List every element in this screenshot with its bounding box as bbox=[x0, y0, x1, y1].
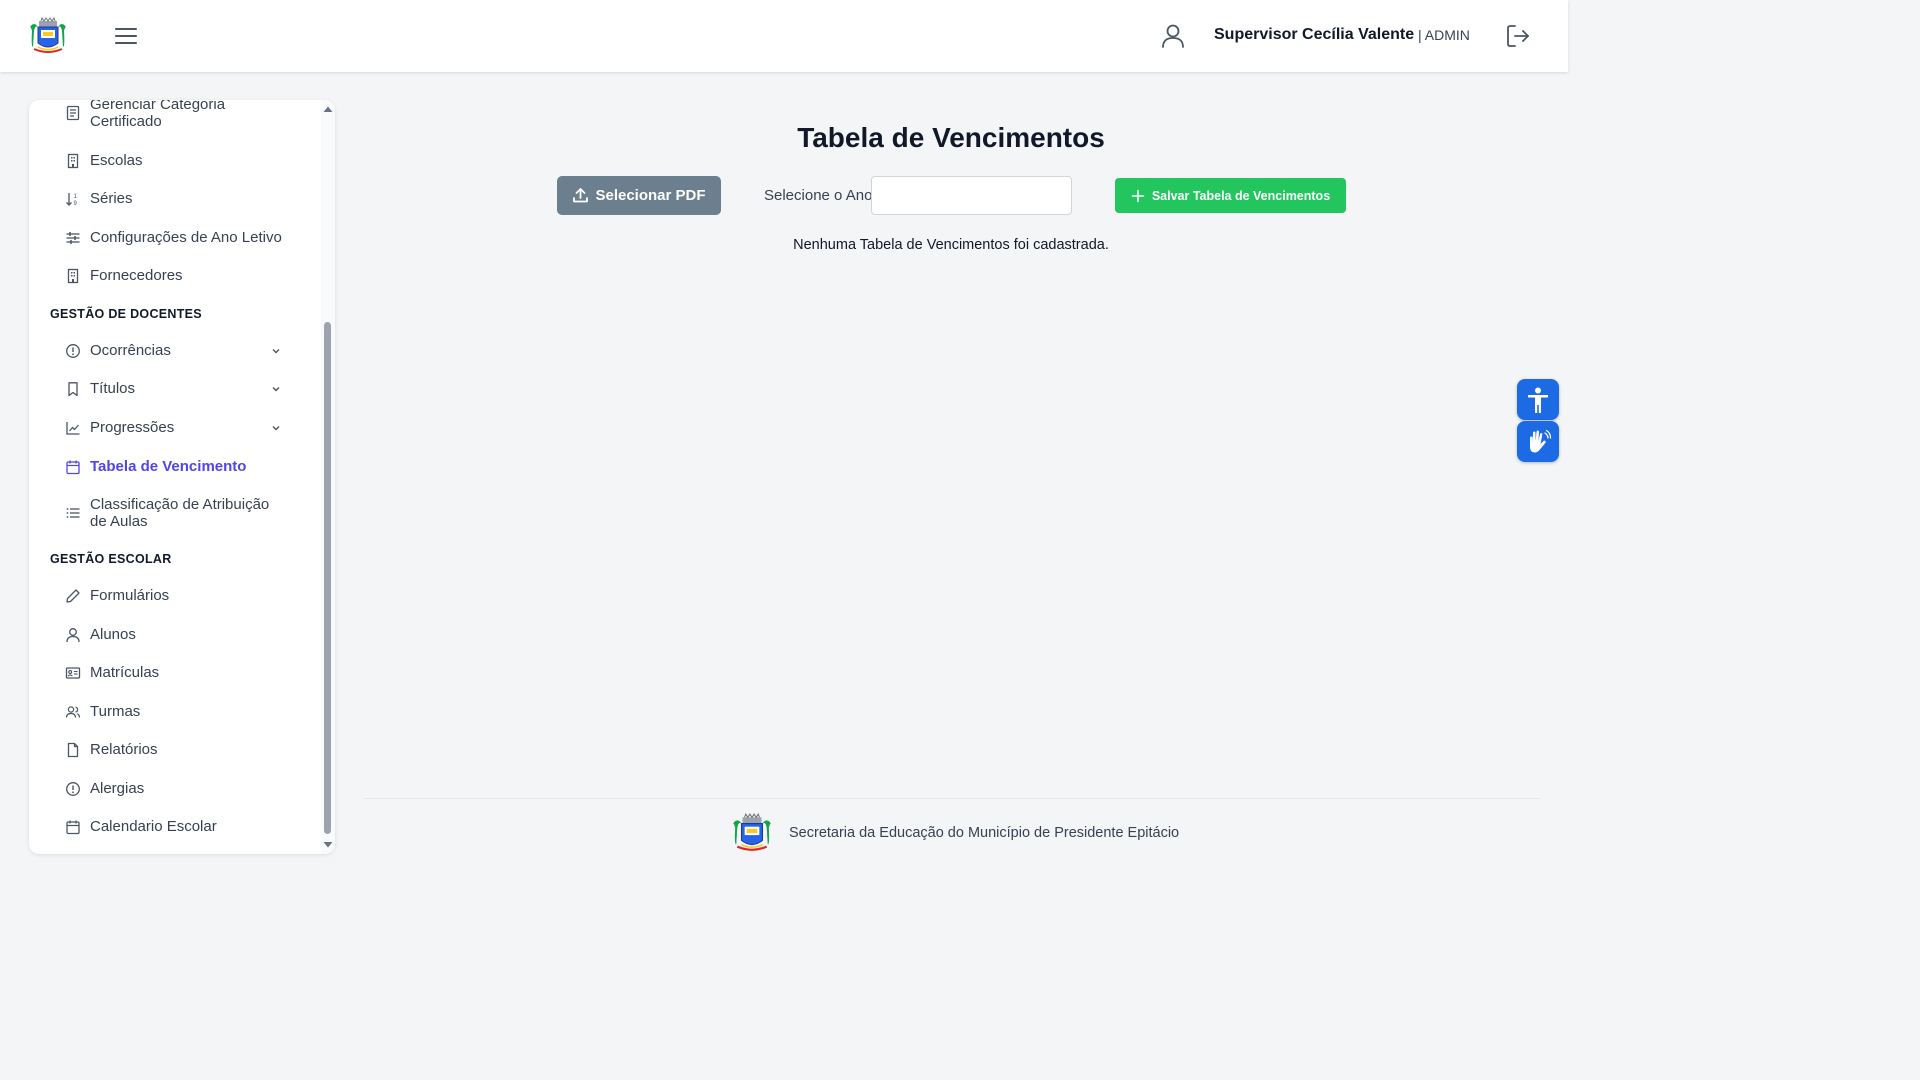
sidebar-item-matriculas[interactable]: Matrículas bbox=[65, 664, 159, 681]
calendar-icon bbox=[66, 820, 80, 834]
file-icon bbox=[67, 742, 79, 757]
chevron-down-icon[interactable] bbox=[270, 383, 282, 395]
user-role: | ADMIN bbox=[1418, 27, 1470, 43]
sidebar-item-label: Escolas bbox=[90, 152, 143, 169]
sign-language-button[interactable] bbox=[1517, 421, 1559, 462]
sidebar-item-label: Progressões bbox=[90, 419, 175, 436]
select-pdf-label: Selecionar PDF bbox=[595, 187, 706, 204]
section-gestao-docentes: GESTÃO DE DOCENTES bbox=[50, 307, 202, 321]
sidebar-item-label: Calendario Escolar bbox=[90, 818, 217, 835]
users-icon bbox=[65, 705, 81, 718]
user-icon bbox=[66, 627, 80, 642]
sidebar-item-calendario-escolar[interactable]: Calendario Escolar bbox=[65, 818, 217, 835]
sort-icon: 19 bbox=[66, 192, 78, 207]
sidebar: Gerenciar Categoria Certificado Escolas … bbox=[29, 100, 335, 854]
sidebar-item-progressoes[interactable]: Progressões bbox=[65, 419, 174, 436]
brasao-logo bbox=[733, 813, 771, 851]
svg-text:9: 9 bbox=[74, 201, 78, 207]
select-pdf-button[interactable]: Selecionar PDF bbox=[557, 176, 721, 215]
top-bar: Supervisor Cecília Valente | ADMIN bbox=[0, 0, 1568, 72]
user-name: Supervisor Cecília Valente bbox=[1214, 26, 1415, 43]
sidebar-item-label: Gerenciar Categoria Certificado bbox=[90, 100, 226, 130]
sidebar-item-series[interactable]: 19 Séries bbox=[65, 190, 133, 207]
sidebar-item-configuracoes-ano-letivo[interactable]: Configurações de Ano Letivo bbox=[65, 229, 282, 246]
sidebar-item-formularios[interactable]: Formulários bbox=[65, 587, 169, 604]
sidebar-item-label: Configurações de Ano Letivo bbox=[90, 229, 282, 246]
sidebar-item-label: Relatórios bbox=[90, 741, 158, 758]
sidebar-item-tabela-vencimento[interactable]: Tabela de Vencimento bbox=[65, 458, 246, 475]
document-icon bbox=[66, 105, 80, 121]
save-salary-table-label: Salvar Tabela de Vencimentos bbox=[1151, 188, 1331, 203]
save-salary-table-button[interactable]: Salvar Tabela de Vencimentos bbox=[1115, 178, 1346, 213]
calendar-icon bbox=[66, 460, 80, 474]
sign-language-icon bbox=[1530, 429, 1552, 452]
chart-line-icon bbox=[66, 421, 80, 435]
sidebar-item-label: Fornecedores bbox=[90, 267, 183, 284]
logout-icon[interactable] bbox=[1505, 23, 1531, 49]
year-input[interactable] bbox=[871, 176, 1072, 215]
alert-circle-icon bbox=[66, 781, 80, 796]
sidebar-item-ocorrencias[interactable]: Ocorrências bbox=[65, 342, 171, 359]
bookmark-icon bbox=[68, 381, 78, 396]
sidebar-item-label: Ocorrências bbox=[90, 342, 171, 359]
year-label: Selecione o Ano: bbox=[764, 187, 877, 204]
svg-text:1: 1 bbox=[74, 194, 78, 200]
sidebar-item-gerenciar-categoria-certificado[interactable]: Gerenciar Categoria Certificado bbox=[65, 100, 270, 130]
sidebar-item-label: Classificação de Atribuição de Aulas bbox=[90, 496, 270, 530]
alert-circle-icon bbox=[66, 343, 80, 358]
sidebar-scroll-thumb[interactable] bbox=[324, 322, 331, 834]
sidebar-item-relatorios[interactable]: Relatórios bbox=[65, 741, 158, 758]
sidebar-item-alergias[interactable]: Alergias bbox=[65, 780, 144, 797]
sidebar-item-label: Formulários bbox=[90, 587, 170, 604]
page-title: Tabela de Vencimentos bbox=[797, 122, 1105, 153]
sidebar-item-fornecedores[interactable]: Fornecedores bbox=[65, 267, 183, 284]
sidebar-item-titulos[interactable]: Títulos bbox=[65, 380, 135, 397]
sliders-icon bbox=[66, 231, 80, 244]
scroll-down-arrow-icon[interactable] bbox=[321, 840, 335, 850]
building-icon bbox=[67, 153, 79, 168]
sidebar-item-escolas[interactable]: Escolas bbox=[65, 152, 143, 169]
sidebar-item-label: Séries bbox=[90, 190, 133, 207]
pencil-icon bbox=[66, 588, 80, 603]
sidebar-item-classificacao-atribuicao-aulas[interactable]: Classificação de Atribuição de Aulas bbox=[65, 496, 290, 530]
menu-icon[interactable] bbox=[114, 25, 138, 47]
upload-icon bbox=[573, 188, 589, 203]
building-icon bbox=[67, 268, 79, 283]
brasao-logo[interactable] bbox=[28, 17, 68, 55]
sidebar-item-label: Tabela de Vencimento bbox=[90, 458, 247, 475]
id-card-icon bbox=[65, 666, 81, 679]
sidebar-item-alunos[interactable]: Alunos bbox=[65, 626, 136, 643]
list-icon bbox=[66, 508, 80, 518]
chevron-down-icon[interactable] bbox=[270, 345, 282, 357]
sidebar-item-label: Turmas bbox=[90, 703, 141, 720]
accessibility-icon bbox=[1528, 387, 1548, 413]
plus-icon bbox=[1131, 189, 1145, 202]
user-icon[interactable] bbox=[1160, 23, 1186, 49]
sidebar-item-label: Alergias bbox=[90, 780, 145, 797]
footer-divider bbox=[364, 798, 1540, 799]
empty-state-message: Nenhuma Tabela de Vencimentos foi cadast… bbox=[793, 237, 1109, 253]
section-gestao-escolar: GESTÃO ESCOLAR bbox=[50, 552, 172, 566]
scroll-up-arrow-icon[interactable] bbox=[321, 104, 335, 114]
sidebar-item-label: Matrículas bbox=[90, 664, 160, 681]
chevron-down-icon[interactable] bbox=[270, 422, 282, 434]
sidebar-item-label: Títulos bbox=[90, 380, 136, 397]
accessibility-button[interactable] bbox=[1517, 379, 1559, 420]
sidebar-item-label: Alunos bbox=[90, 626, 136, 643]
sidebar-item-turmas[interactable]: Turmas bbox=[65, 703, 140, 720]
footer-text: Secretaria da Educação do Município de P… bbox=[789, 825, 1180, 841]
